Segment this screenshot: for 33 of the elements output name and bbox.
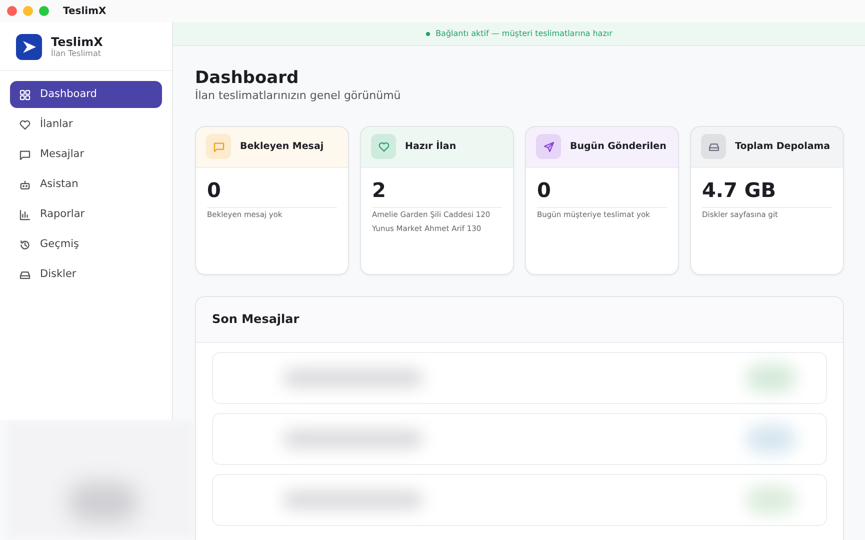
sidebar-item[interactable]: Raporlar [10, 201, 162, 228]
app-subtitle: İlan Teslimat [51, 48, 102, 58]
drive-icon [19, 268, 31, 280]
app-name: TeslimX [51, 36, 103, 49]
heart-icon [19, 118, 31, 130]
minimize-icon[interactable] [23, 6, 33, 16]
chart-icon [19, 208, 31, 220]
stat-value: 4.7 GB [702, 178, 832, 208]
card-title: Hazır İlan [405, 140, 456, 154]
sidebar-item[interactable]: Geçmiş [10, 231, 162, 258]
sidebar-item[interactable]: Mesajlar [10, 141, 162, 168]
page-subtitle: İlan teslimatlarınızın genel görünümü [195, 88, 402, 104]
close-icon[interactable] [7, 6, 17, 16]
message-icon [19, 148, 31, 160]
robot-icon [19, 178, 31, 190]
sidebar-item[interactable]: Asistan [10, 171, 162, 198]
maximize-icon[interactable] [39, 6, 49, 16]
sidebar-item[interactable]: İlanlar [10, 111, 162, 138]
card-title: Bekleyen Mesaj [240, 140, 324, 154]
status-text: Bağlantı aktif — müşteri teslimatlarına hazır [436, 28, 612, 40]
stat-value: 0 [537, 178, 667, 208]
grid-icon [19, 88, 31, 100]
stat-value: 2 [372, 178, 502, 208]
sidebar-item[interactable]: Dashboard [10, 81, 162, 108]
logo-icon [16, 34, 42, 60]
card-title: Toplam Depolama [735, 140, 830, 154]
stat-value: 0 [207, 178, 337, 208]
window-title: TeslimX [63, 4, 106, 18]
card-title: Bugün Gönderilen [570, 140, 666, 154]
sidebar-item[interactable]: Diskler [10, 261, 162, 288]
history-icon [19, 238, 31, 250]
section-title: Son Mesajlar [212, 311, 300, 328]
page-title: Dashboard [195, 68, 300, 88]
